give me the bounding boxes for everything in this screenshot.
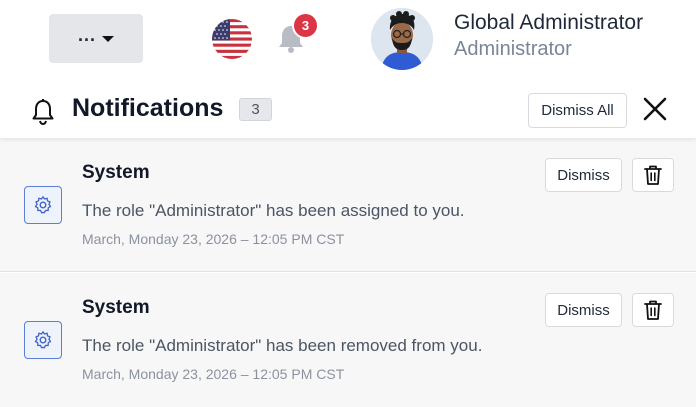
notification-count-badge: 3: [292, 12, 319, 39]
notification-count: 3: [239, 98, 272, 121]
dismiss-all-button[interactable]: Dismiss All: [528, 93, 627, 128]
trash-icon[interactable]: [632, 293, 674, 327]
caret-down-icon: [102, 35, 114, 42]
notification-message: The role "Administrator" has been assign…: [82, 201, 465, 220]
more-label: ...: [77, 25, 96, 45]
user-role: Administrator: [454, 38, 572, 60]
notification-timestamp: March, Monday 23, 2026 – 12:05 PM CST: [82, 366, 345, 382]
trash-icon[interactable]: [632, 158, 674, 192]
close-icon[interactable]: [641, 95, 669, 123]
notifications-panel-header: Notifications 3 Dismiss All: [0, 82, 696, 138]
bell-icon: [30, 98, 56, 126]
notification-item: System The role "Administrator" has been…: [0, 273, 696, 407]
notification-title: System: [82, 297, 150, 318]
us-flag-icon[interactable]: [212, 19, 252, 59]
user-name: Global Administrator: [454, 11, 644, 34]
gear-icon: [24, 186, 62, 224]
more-menu-button[interactable]: ...: [49, 14, 143, 63]
notification-title: System: [82, 162, 150, 183]
notification-message: The role "Administrator" has been remove…: [82, 336, 483, 355]
panel-title: Notifications: [72, 94, 224, 122]
notification-timestamp: March, Monday 23, 2026 – 12:05 PM CST: [82, 231, 345, 247]
avatar[interactable]: [371, 8, 433, 70]
dismiss-button[interactable]: Dismiss: [545, 293, 622, 327]
dismiss-button[interactable]: Dismiss: [545, 158, 622, 192]
notification-item: System The role "Administrator" has been…: [0, 138, 696, 272]
top-bar: ... 3 Global Administrator Administrator: [0, 0, 696, 82]
gear-icon: [24, 321, 62, 359]
